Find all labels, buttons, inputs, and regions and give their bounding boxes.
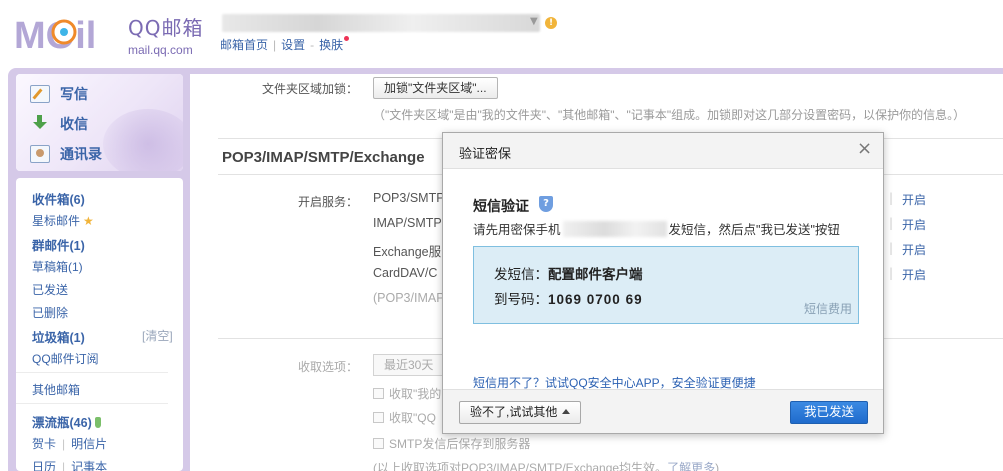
caret-up-icon [562,409,571,414]
cards-row: 贺卡 | 明信片 [32,437,108,451]
nav-mail-home[interactable]: 邮箱首页 [220,38,268,52]
link-notes[interactable]: 记事本 [71,460,107,471]
service-exchange: Exchange服 [373,245,442,259]
service-carddav: CardDAV/C [373,266,438,280]
bottle-icon [94,417,101,428]
checkbox[interactable] [373,438,384,449]
i-have-sent-button[interactable]: 我已发送 [790,401,868,424]
folder-inbox[interactable]: 收件箱(6) [32,189,85,208]
dialog-footer: 验不了,试试其他 我已发送 [443,389,883,433]
section-title: POP3/IMAP/SMTP/Exchange [222,149,425,166]
calendar-row: 日历 | 记事本 [32,458,107,471]
warning-icon[interactable]: ! [545,17,557,29]
receive-options-label: 收取选项： [298,360,359,374]
download-icon [30,115,50,133]
account-name-redacted[interactable] [222,14,540,32]
help-shield-icon[interactable] [539,196,553,212]
brand-domain: mail.qq.com [128,43,193,57]
folder-sent[interactable]: 已发送 [32,281,68,298]
quick-actions-panel: 写信 收信 通讯录 [16,74,183,171]
folder-deleted[interactable]: 已删除 [32,304,68,321]
top-nav: 邮箱首页 | 设置 - 换肤 [220,36,350,53]
divider [16,403,168,404]
folder-lock-hint: （"文件夹区域"是由"我的文件夹"、"其他邮箱"、"记事本"组成。加锁即对这几部… [373,108,966,122]
options-footnote: (以上收取选项对POP3/IMAP/SMTP/Exchange均生效。了解更多) [373,459,719,471]
contacts-icon [30,145,50,163]
try-other-method-button[interactable]: 验不了,试试其他 [459,401,582,424]
account-dropdown-icon[interactable]: ▼ [530,16,538,27]
link-postcards[interactable]: 明信片 [71,437,107,451]
dialog-header: 验证密保 × [443,133,883,169]
contacts-button[interactable]: 通讯录 [30,144,102,164]
sms-content-line: 发短信：配置邮件客户端 [494,267,643,282]
checkbox[interactable] [373,388,384,399]
folder-lock-button[interactable]: 加锁"文件夹区域"... [373,77,498,99]
brand-name: QQ邮箱 [128,16,204,40]
learn-more-link[interactable]: 了解更多 [667,461,715,471]
enable-exchange-link[interactable]: 开启 [902,241,926,258]
service-note: (POP3/IMAP [373,291,445,305]
sms-number-line: 到号码：1069 0700 69 [494,292,643,307]
pencil-icon [30,85,50,103]
sms-instructions: 请先用密保手机 发短信，然后点"我已发送"按钮 [473,221,840,237]
folder-drift-bottle[interactable]: 漂流瓶(46) [32,412,101,431]
write-mail-button[interactable]: 写信 [30,84,88,104]
nav-settings[interactable]: 设置 [281,38,305,52]
sms-fee-link[interactable]: 短信费用 [804,300,852,317]
folder-group[interactable]: 群邮件(1) [32,235,85,254]
folder-subscriptions[interactable]: QQ邮件订阅 [32,350,99,367]
folder-lock-label: 文件夹区域加锁： [262,82,359,96]
sms-info-box: 发短信：配置邮件客户端 到号码：1069 0700 69 短信费用 [473,246,859,324]
enable-imap-link[interactable]: 开启 [902,216,926,233]
link-cards[interactable]: 贺卡 [32,437,56,451]
close-icon[interactable]: × [857,140,872,158]
folder-drafts[interactable]: 草稿箱(1) [32,258,83,275]
masked-phone-number [562,221,667,237]
qqmail-logo[interactable]: MOil [14,12,124,56]
nav-skin[interactable]: 换肤 [319,38,343,52]
link-calendar[interactable]: 日历 [32,460,56,471]
smtp-save-option[interactable]: SMTP发信后保存到服务器 [373,435,530,452]
receive-option-1[interactable]: 收取"我的 [373,385,441,402]
open-service-label: 开启服务： [298,195,359,209]
brand-text: QQ邮箱 mail.qq.com [128,12,203,57]
folder-other-mailboxes[interactable]: 其他邮箱 [32,381,80,398]
folder-spam[interactable]: 垃圾箱(1) [32,327,85,346]
receive-range-select[interactable]: 最近30天 [373,354,445,376]
service-imap: IMAP/SMTP [373,216,442,230]
verify-security-dialog: 验证密保 × 短信验证 请先用密保手机发短信，然后点"我已发送"按钮 发短信：配… [442,132,884,434]
receive-mail-button[interactable]: 收信 [30,114,88,134]
checkbox[interactable] [373,412,384,423]
dialog-title: 验证密保 [459,146,512,161]
folder-starred[interactable]: 星标邮件 ★ [32,212,94,229]
top-header: MOil QQ邮箱 mail.qq.com ▼ ! 邮箱首页|设置-换肤 [0,0,1003,68]
receive-option-2[interactable]: 收取"QQ [373,409,436,426]
star-icon: ★ [83,214,94,228]
divider [16,372,168,373]
sms-verify-title: 短信验证 [473,198,529,214]
clear-spam-link[interactable]: [清空] [142,327,173,344]
enable-pop3-link[interactable]: 开启 [902,191,926,208]
notification-dot [344,36,350,41]
service-pop3: POP3/SMTP [373,191,445,205]
enable-carddav-link[interactable]: 开启 [902,266,926,283]
